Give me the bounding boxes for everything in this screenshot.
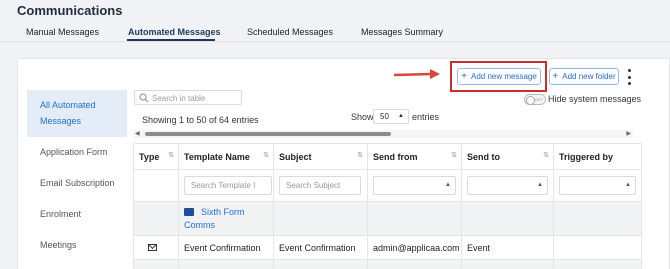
folder-sidebar: All Automated Messages Application Form … <box>27 90 127 261</box>
add-new-folder-button[interactable]: + Add new folder <box>549 68 619 85</box>
sort-icon: ⇅ <box>451 152 457 159</box>
column-label: Template Name <box>184 151 250 162</box>
column-header-template-name[interactable]: Template Name ⇅ <box>178 143 274 170</box>
add-new-message-label: Add new message <box>471 72 537 81</box>
sort-icon: ⇅ <box>357 152 363 159</box>
select-caret-icon: ▲ <box>537 182 543 188</box>
select-caret-icon: ▲ <box>625 182 631 188</box>
table-cell <box>461 201 554 236</box>
column-header-type[interactable]: Type ⇅ <box>133 143 179 170</box>
show-label: Show <box>351 112 374 122</box>
sidebar-item-email-subscription[interactable]: Email Subscription <box>27 168 127 199</box>
column-label: Send from <box>373 151 418 162</box>
tab-bar: Manual Messages Automated Messages Sched… <box>0 16 670 42</box>
sort-icon: ⇅ <box>263 152 269 159</box>
folder-row[interactable]: Sixth Form Comms <box>133 201 642 236</box>
folder-icon <box>184 207 194 216</box>
sort-icon: ⇅ <box>543 152 549 159</box>
page-size-value: 50 <box>380 112 389 121</box>
column-header-send-to[interactable]: Send to ⇅ <box>461 143 554 170</box>
table-cell <box>553 201 642 236</box>
column-label: Triggered by <box>559 151 614 162</box>
tab-scheduled-messages[interactable]: Scheduled Messages <box>247 27 333 37</box>
sidebar-item-enrolment[interactable]: Enrolment <box>27 199 127 230</box>
triggered-by-filter-select[interactable]: ▲ <box>559 176 636 195</box>
table-cell: Event Confirmation <box>273 235 368 260</box>
sidebar-item-application-form[interactable]: Application Form <box>27 137 127 168</box>
annotation-arrow-icon <box>394 69 440 79</box>
sidebar-item-meetings[interactable]: Meetings <box>27 230 127 261</box>
add-new-folder-label: Add new folder <box>562 72 616 81</box>
column-label: Type <box>139 151 160 162</box>
table-row[interactable] <box>133 259 642 269</box>
table-cell <box>273 259 368 269</box>
send-to-filter-select[interactable]: ▲ <box>467 176 548 195</box>
add-new-message-button[interactable]: + Add new message <box>457 68 541 85</box>
hide-system-label: Hide system messages <box>548 94 642 104</box>
scroll-left-icon[interactable]: ◀ <box>135 130 140 137</box>
entries-info: Showing 1 to 50 of 64 entries <box>142 115 259 125</box>
table-cell <box>461 259 554 269</box>
table-search <box>134 90 242 105</box>
sort-icon: ⇅ <box>168 152 174 159</box>
horizontal-scrollbar[interactable]: ◀ ▶ <box>133 130 633 138</box>
filter-cell: Search Subject <box>273 169 368 202</box>
table-cell <box>553 235 642 260</box>
filter-cell: ▲ <box>553 169 642 202</box>
messages-table: Type ⇅ Template Name ⇅ Subject ⇅ Send from ⇅… <box>133 143 642 269</box>
column-header-triggered-by[interactable]: Triggered by <box>553 143 642 170</box>
table-cell <box>553 259 642 269</box>
sidebar-item-all-automated[interactable]: All Automated Messages <box>27 90 127 137</box>
table-cell <box>133 259 179 269</box>
table-cell <box>133 201 179 236</box>
select-caret-icon: ▲ <box>398 113 404 119</box>
column-label: Send to <box>467 151 500 162</box>
filter-cell: ▲ <box>461 169 554 202</box>
subject-filter-input[interactable]: Search Subject <box>279 176 361 195</box>
entries-label: entries <box>412 112 440 122</box>
tab-automated-messages[interactable]: Automated Messages <box>128 27 221 37</box>
table-cell: Event Confirmation <box>178 235 274 260</box>
column-header-send-from[interactable]: Send from ⇅ <box>367 143 462 170</box>
search-input[interactable] <box>152 92 240 104</box>
table-cell <box>273 201 368 236</box>
table-cell <box>133 235 179 260</box>
plus-icon: + <box>461 71 467 82</box>
filter-cell: ▲ <box>367 169 462 202</box>
hide-system-toggle[interactable]: OFF <box>524 94 546 105</box>
page-size-select[interactable]: 50 ▲ <box>373 109 409 124</box>
filter-cell: Search Template I <box>178 169 274 202</box>
tab-divider <box>0 41 670 42</box>
send-from-filter-select[interactable]: ▲ <box>373 176 456 195</box>
table-cell <box>367 259 462 269</box>
scroll-right-icon[interactable]: ▶ <box>626 130 631 137</box>
template-filter-input[interactable]: Search Template I <box>184 176 272 195</box>
filter-row: Search Template I Search Subject ▲ ▲ ▲ <box>133 169 642 202</box>
mail-icon <box>148 243 157 251</box>
tab-messages-summary[interactable]: Messages Summary <box>361 27 443 37</box>
toggle-state-label: OFF <box>535 97 543 102</box>
table-cell: admin@applicaa.com <box>367 235 462 260</box>
tab-manual-messages[interactable]: Manual Messages <box>26 27 99 37</box>
table-row[interactable]: Event Confirmation Event Confirmation ad… <box>133 235 642 260</box>
more-options-icon[interactable] <box>626 69 632 85</box>
select-caret-icon: ▲ <box>445 182 451 188</box>
search-icon <box>139 93 149 103</box>
table-cell: Sixth Form Comms <box>178 201 274 236</box>
table-cell: Event <box>461 235 554 260</box>
filter-cell <box>133 169 179 202</box>
column-label: Subject <box>279 151 312 162</box>
scrollbar-thumb[interactable] <box>145 132 391 136</box>
table-cell <box>367 201 462 236</box>
plus-icon: + <box>552 71 559 82</box>
table-cell <box>178 259 274 269</box>
column-header-subject[interactable]: Subject ⇅ <box>273 143 368 170</box>
